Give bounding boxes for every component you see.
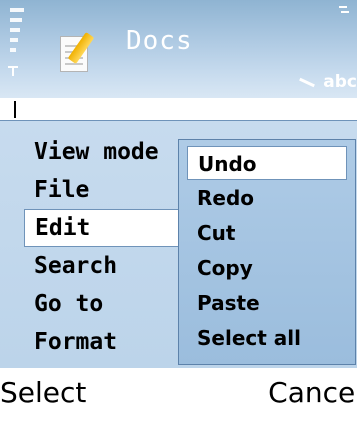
app-header: Docs abc xyxy=(0,0,357,98)
document-edit-icon xyxy=(58,30,96,74)
antenna-icon xyxy=(8,66,18,76)
document-text-area[interactable] xyxy=(0,98,357,120)
submenu-item-paste[interactable]: Paste xyxy=(187,286,347,320)
right-softkey[interactable]: Cancel xyxy=(268,376,357,409)
softkey-bar: Select Cancel xyxy=(0,368,357,421)
submenu-item-redo[interactable]: Redo xyxy=(187,181,347,215)
left-softkey[interactable]: Select xyxy=(0,376,86,409)
input-mode-label: abc xyxy=(323,72,357,92)
submenu-item-select-all[interactable]: Select all xyxy=(187,321,347,355)
pen-input-icon xyxy=(297,75,319,89)
battery-icon xyxy=(339,6,349,16)
submenu-item-cut[interactable]: Cut xyxy=(187,216,347,250)
input-mode-indicator: abc xyxy=(297,72,357,92)
edit-submenu: Undo Redo Cut Copy Paste Select all xyxy=(178,139,356,365)
signal-strength-icon xyxy=(10,8,24,68)
submenu-item-copy[interactable]: Copy xyxy=(187,251,347,285)
submenu-item-undo[interactable]: Undo xyxy=(187,146,347,180)
text-cursor xyxy=(14,101,16,118)
app-title: Docs xyxy=(126,26,193,56)
